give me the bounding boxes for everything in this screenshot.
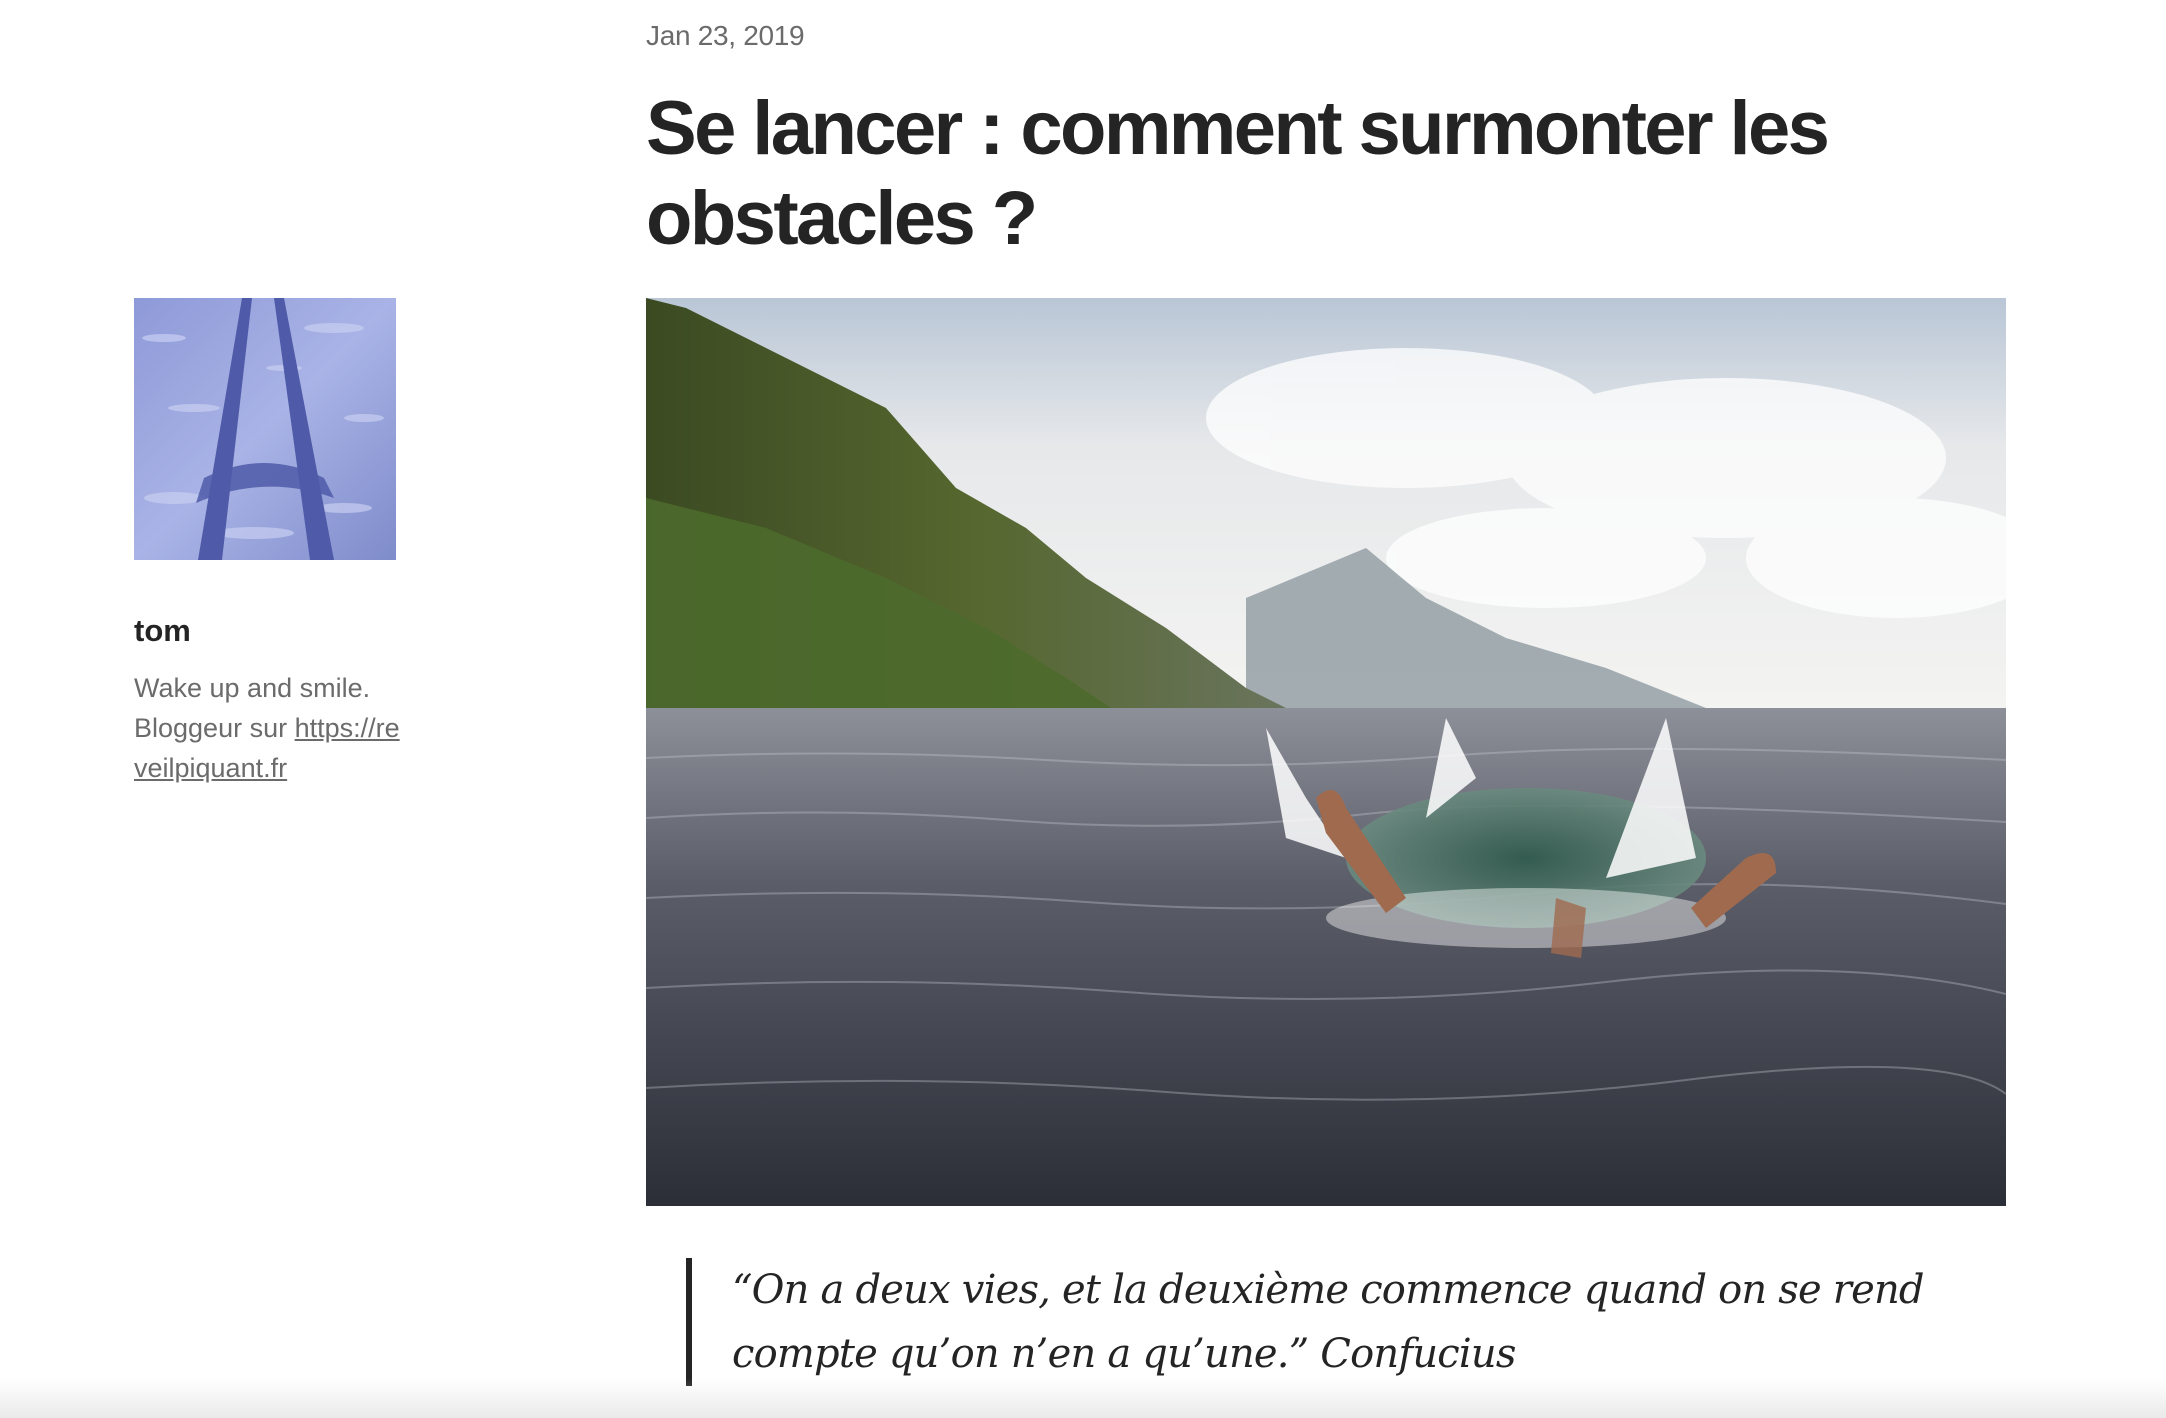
quote-text: “On a deux vies, et la deuxième commence… [732, 1267, 1925, 1377]
publish-date: Jan 23, 2019 [646, 20, 805, 51]
bottom-shadow [0, 1378, 2166, 1418]
pull-quote: “On a deux vies, et la deuxième commence… [686, 1258, 2026, 1386]
author-avatar[interactable] [134, 298, 396, 560]
hero-image [646, 298, 2006, 1206]
author-bio: Wake up and smile. Bloggeur sur https://… [134, 668, 404, 788]
author-sidebar: tom Wake up and smile. Bloggeur sur http… [134, 298, 404, 788]
author-name[interactable]: tom [134, 612, 404, 650]
article-title: Se lancer : comment surmonter les obstac… [646, 86, 1830, 261]
